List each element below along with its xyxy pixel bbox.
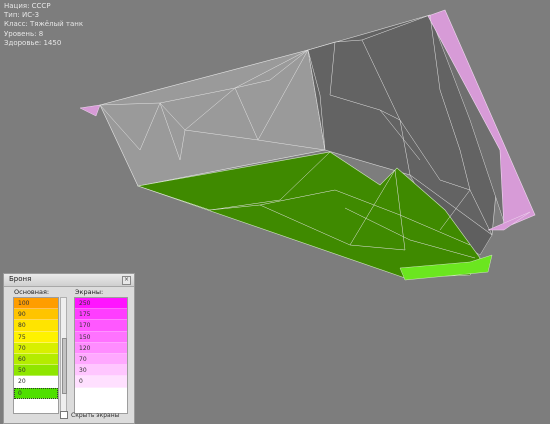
screen-armor-item[interactable]: 175 [75,309,127,321]
base-armor-item[interactable]: 20 [14,376,58,388]
base-armor-item[interactable]: 60 [14,353,58,366]
screen-armor-item[interactable]: 250 [75,298,127,310]
screen-armor-item[interactable]: 70 [75,353,127,366]
tier-label: Уровень: 8 [4,29,44,38]
base-armor-list[interactable]: 100 90 80 75 70 60 50 20 0 [13,297,59,414]
base-armor-item[interactable]: 0 [14,387,58,399]
screen-armor-item[interactable]: 0 [75,376,127,388]
base-armor-item[interactable]: 80 [14,320,58,332]
nation-label: Нация: СССР [4,2,51,10]
armor-panel-title: Броня [9,275,32,283]
screens-list[interactable]: 250 175 170 150 120 70 30 0 [74,297,128,414]
base-armor-item[interactable]: 100 [14,298,58,310]
screen-armor-item[interactable]: 120 [75,342,127,354]
close-icon[interactable]: × [122,276,131,285]
screen-armor-item[interactable]: 30 [75,365,127,377]
base-armor-item[interactable]: 75 [14,331,58,343]
armor-panel-titlebar[interactable]: Броня × [4,274,134,287]
base-armor-item[interactable]: 50 [14,365,58,377]
screens-header: Экраны: [75,288,104,296]
screen-armor-item[interactable]: 170 [75,320,127,332]
class-label: Класс: Тяжёлый танк [4,20,84,29]
hide-screens-label: Скрыть экраны [71,411,120,419]
tank-info: Нация: СССР Тип: ИС-3 Класс: Тяжёлый тан… [4,2,83,48]
hide-screens-toggle[interactable]: Скрыть экраны [60,411,119,419]
base-armor-item[interactable]: 70 [14,342,58,354]
type-label: Тип: ИС-3 [4,11,40,20]
hide-screens-checkbox[interactable] [60,411,68,419]
screen-armor-item[interactable]: 150 [75,331,127,343]
armor-screen-left-tip [79,104,101,117]
base-armor-scrollbar[interactable] [60,297,67,414]
scrollbar-thumb[interactable] [62,338,67,394]
health-label: Здоровье: 1450 [4,38,62,47]
armor-panel: Броня × Основная: Экраны: 100 90 80 75 70 60 5… [3,273,135,424]
base-armor-item[interactable]: 90 [14,309,58,321]
base-armor-header: Основная: [14,288,50,296]
